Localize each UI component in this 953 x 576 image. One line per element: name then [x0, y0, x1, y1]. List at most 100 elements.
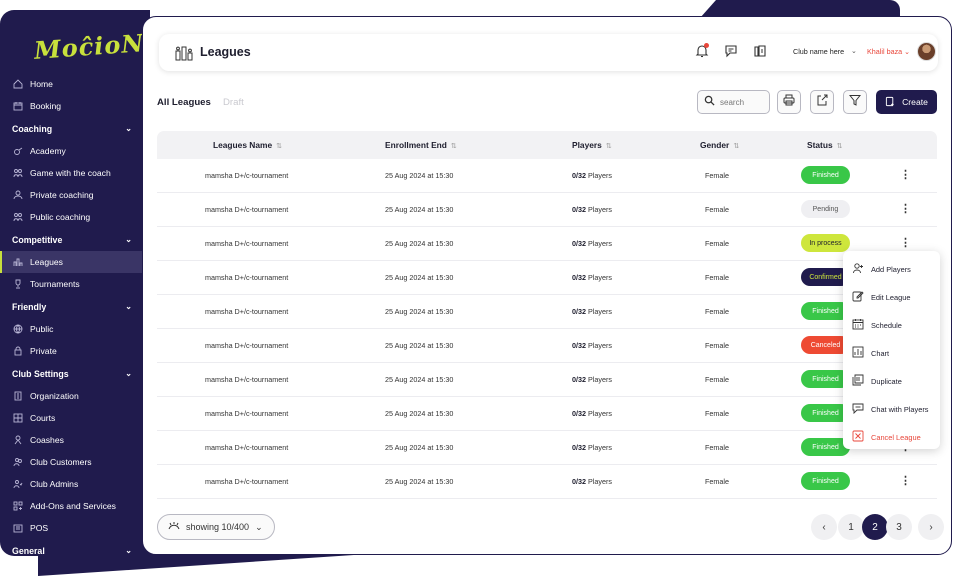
- chat-icon: [852, 402, 864, 416]
- sidebar-item-label: Leagues: [30, 257, 63, 267]
- print-button[interactable]: [777, 90, 801, 114]
- row-context-menu: Add Players Edit League Schedule Chart Dupli…: [843, 251, 940, 449]
- page-title: Leagues: [200, 45, 251, 59]
- sidebar-item-public[interactable]: Public: [0, 318, 150, 340]
- sidebar-item-public-coaching[interactable]: Public coaching: [0, 206, 150, 228]
- whistle-icon: [12, 145, 24, 157]
- user-menu[interactable]: Khalil baza ⌄: [867, 47, 910, 56]
- sidebar-item-label: Tournaments: [30, 279, 80, 289]
- search-input[interactable]: [720, 97, 766, 107]
- tab-all-leagues[interactable]: All Leagues: [157, 97, 211, 108]
- sidebar-item-private[interactable]: Private: [0, 340, 150, 362]
- home-icon: [12, 78, 24, 90]
- table-row[interactable]: mamsha D+/c-tournament 25 Aug 2024 at 15:…: [157, 227, 937, 261]
- filter-button[interactable]: [843, 90, 867, 114]
- sidebar-item-label: Home: [30, 79, 53, 89]
- sidebar-item-label: POS: [30, 523, 49, 533]
- table-row[interactable]: mamsha D+/c-tournament 25 Aug 2024 at 15:…: [157, 465, 937, 499]
- export-icon: [816, 93, 828, 111]
- sidebar-item-organization[interactable]: Organization: [0, 385, 150, 407]
- table-row[interactable]: mamsha D+/c-tournament 25 Aug 2024 at 15:…: [157, 363, 937, 397]
- col-header-players[interactable]: Players ⇅: [572, 140, 612, 150]
- sidebar-section-club-settings[interactable]: Club Settings ⌄: [0, 362, 150, 385]
- sidebar-item-add-ons-and-services[interactable]: Add-Ons and Services: [0, 495, 150, 517]
- sidebar-item-private-coaching[interactable]: Private coaching: [0, 184, 150, 206]
- sidebar-nav: Home Booking Coaching ⌄ Academy Game with the…: [0, 73, 150, 556]
- sidebar-section-friendly[interactable]: Friendly ⌄: [0, 295, 150, 318]
- notification-bell-icon[interactable]: [695, 43, 709, 58]
- next-page-button[interactable]: ›: [918, 514, 944, 540]
- sidebar-item-club-customers[interactable]: Club Customers: [0, 451, 150, 473]
- menu-item-chart[interactable]: Chart: [843, 339, 940, 367]
- sidebar-item-booking[interactable]: Booking: [0, 95, 150, 117]
- menu-item-add-players[interactable]: Add Players: [843, 255, 940, 283]
- sidebar-item-label: Private: [30, 346, 57, 356]
- table-row[interactable]: mamsha D+/c-tournament 25 Aug 2024 at 15:…: [157, 193, 937, 227]
- club-chevron-icon[interactable]: ⌄: [851, 47, 857, 55]
- table-row[interactable]: mamsha D+/c-tournament 25 Aug 2024 at 15:…: [157, 431, 937, 465]
- sidebar-item-game-with-the-coach[interactable]: Game with the coach: [0, 162, 150, 184]
- page-1-button[interactable]: 1: [838, 514, 864, 540]
- players-cell: 0/32 Players: [572, 443, 612, 452]
- sidebar-item-club-admins[interactable]: Club Admins: [0, 473, 150, 495]
- table-row[interactable]: mamsha D+/c-tournament 25 Aug 2024 at 15:…: [157, 261, 937, 295]
- tab-draft[interactable]: Draft: [223, 97, 244, 108]
- chevron-down-icon: ⌄: [125, 235, 132, 244]
- more-options-icon[interactable]: ⋮: [900, 474, 911, 488]
- sidebar-section-competitive[interactable]: Competitive ⌄: [0, 228, 150, 251]
- app-root: MoĉioN Home Booking Coaching ⌄ Academy Game w…: [0, 0, 953, 576]
- create-button[interactable]: Create: [876, 90, 937, 114]
- sidebar-item-label: Organization: [30, 391, 79, 401]
- sidebar-item-tournaments[interactable]: Tournaments: [0, 273, 150, 295]
- duplicate-icon: [852, 374, 864, 388]
- menu-item-cancel-league[interactable]: Cancel League: [843, 423, 940, 451]
- sidebar-item-pos[interactable]: POS: [0, 517, 150, 539]
- chat-icon[interactable]: [724, 44, 738, 58]
- sidebar-section-general[interactable]: General ⌄: [0, 539, 150, 556]
- players-unit: Players: [588, 307, 612, 316]
- table-row[interactable]: mamsha D+/c-tournament 25 Aug 2024 at 15:…: [157, 329, 937, 363]
- export-button[interactable]: [810, 90, 834, 114]
- enrollment-end-cell: 25 Aug 2024 at 15:30: [385, 477, 454, 486]
- sidebar-item-academy[interactable]: Academy: [0, 140, 150, 162]
- prev-page-button[interactable]: ‹: [811, 514, 837, 540]
- menu-item-edit-league[interactable]: Edit League: [843, 283, 940, 311]
- sidebar-item-coashes[interactable]: Coashes: [0, 429, 150, 451]
- search-box[interactable]: [697, 90, 770, 114]
- table-row[interactable]: mamsha D+/c-tournament 25 Aug 2024 at 15:…: [157, 159, 937, 193]
- more-options-icon[interactable]: ⋮: [900, 202, 911, 216]
- table-row[interactable]: mamsha D+/c-tournament 25 Aug 2024 at 15:…: [157, 295, 937, 329]
- menu-item-schedule[interactable]: Schedule: [843, 311, 940, 339]
- customers-icon: [12, 456, 24, 468]
- col-header-enrollment[interactable]: Enrollment End ⇅: [385, 140, 457, 150]
- sidebar-section-coaching[interactable]: Coaching ⌄: [0, 117, 150, 140]
- menu-item-duplicate[interactable]: Duplicate: [843, 367, 940, 395]
- page-2-button[interactable]: 2: [862, 514, 888, 540]
- chevron-down-icon: ⌄: [125, 369, 132, 378]
- more-options-icon[interactable]: ⋮: [900, 236, 911, 250]
- menu-item-chat-with-players[interactable]: Chat with Players: [843, 395, 940, 423]
- col-header-name[interactable]: Leagues Name ⇅: [213, 140, 282, 150]
- players-count: 0/32: [572, 341, 586, 350]
- add-players-icon: [852, 262, 864, 276]
- sidebar-item-label: Courts: [30, 413, 56, 423]
- club-selector[interactable]: Club name here: [793, 47, 844, 56]
- sidebar-item-leagues[interactable]: Leagues: [0, 251, 150, 273]
- status-badge: Finished: [801, 166, 850, 184]
- page-size-selector[interactable]: showing 10/400 ⌄: [157, 514, 275, 540]
- page-3-button[interactable]: 3: [886, 514, 912, 540]
- table-row[interactable]: mamsha D+/c-tournament 25 Aug 2024 at 15:…: [157, 397, 937, 431]
- menu-item-label: Add Players: [871, 264, 911, 274]
- club-switch-icon[interactable]: [753, 44, 767, 58]
- app-logo[interactable]: MoĉioN: [33, 28, 145, 65]
- league-name-cell: mamsha D+/c-tournament: [205, 409, 289, 418]
- players-cell: 0/32 Players: [572, 477, 612, 486]
- avatar[interactable]: [917, 42, 936, 61]
- col-header-gender[interactable]: Gender ⇅: [700, 140, 739, 150]
- sidebar-item-label: Club Admins: [30, 479, 79, 489]
- sidebar-item-courts[interactable]: Courts: [0, 407, 150, 429]
- sort-icon: ⇅: [733, 143, 740, 150]
- more-options-icon[interactable]: ⋮: [900, 168, 911, 182]
- col-header-status[interactable]: Status ⇅: [807, 140, 842, 150]
- sidebar-item-home[interactable]: Home: [0, 73, 150, 95]
